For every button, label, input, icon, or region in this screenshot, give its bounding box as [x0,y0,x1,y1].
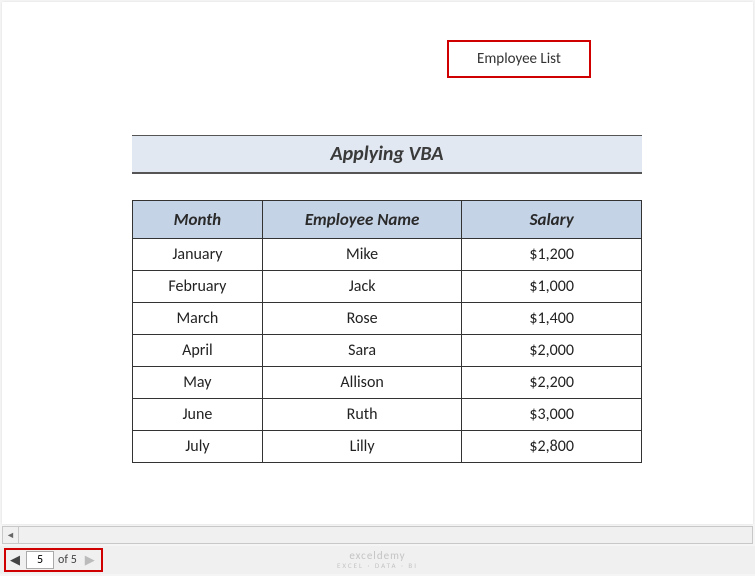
table-row: MarchRose$1,400 [133,303,642,335]
employee-table: Month Employee Name Salary JanuaryMike$1… [132,200,642,463]
table-row: JuneRuth$3,000 [133,399,642,431]
next-page-icon: ▶ [81,553,99,568]
table-row: JulyLilly$2,800 [133,431,642,463]
status-bar: ◀ of 5 ▶ exceldemy EXCEL · DATA · BI [0,546,755,574]
current-page-input[interactable] [26,551,54,569]
watermark: exceldemy EXCEL · DATA · BI [337,550,418,570]
horizontal-scrollbar[interactable]: ◄ [2,526,753,544]
print-preview-page: Employee List Applying VBA Month Employe… [2,2,753,524]
header-salary: Salary [462,201,642,239]
header-month: Month [133,201,263,239]
table-row: MayAllison$2,200 [133,367,642,399]
section-title: Applying VBA [132,135,642,174]
title-text: Applying VBA [330,142,443,166]
prev-page-icon[interactable]: ◀ [6,553,24,568]
table-body: JanuaryMike$1,200 FebruaryJack$1,000 Mar… [133,239,642,463]
table-header-row: Month Employee Name Salary [133,201,642,239]
header-employee-list: Employee List [447,40,591,78]
watermark-main: exceldemy [349,549,405,562]
header-text: Employee List [477,50,561,68]
page-of-label: of 5 [56,553,81,567]
table-row: JanuaryMike$1,200 [133,239,642,271]
scroll-left-arrow-icon[interactable]: ◄ [3,527,19,543]
header-employee-name: Employee Name [262,201,462,239]
scroll-track[interactable] [19,527,752,543]
page-navigation: ◀ of 5 ▶ [4,548,103,572]
table-row: AprilSara$2,000 [133,335,642,367]
watermark-sub: EXCEL · DATA · BI [337,562,418,570]
table-row: FebruaryJack$1,000 [133,271,642,303]
